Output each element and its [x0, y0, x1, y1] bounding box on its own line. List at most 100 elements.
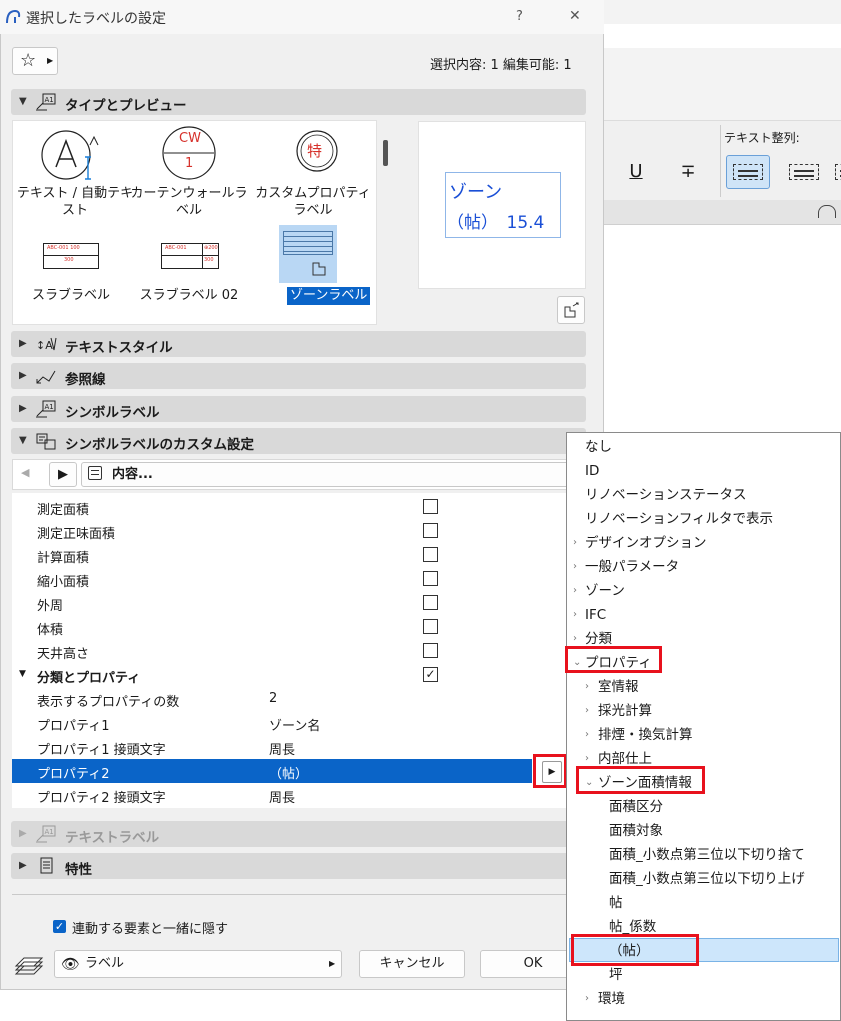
label-type-gallery: テキスト / 自動テキスト CW 1 カーテンウォールラベル 特 カスタムプロパ…: [12, 120, 377, 325]
checkbox-checked[interactable]: ✓: [423, 667, 438, 682]
align-left-button[interactable]: [726, 155, 770, 189]
content-label: 内容...: [112, 467, 153, 482]
menu-item[interactable]: › 一般パラメータ: [567, 555, 837, 579]
close-button[interactable]: ✕: [569, 8, 581, 24]
type-tile-label: スラブラベル: [31, 288, 110, 303]
section-type-preview[interactable]: ▼ A1 タイプとプレビュー: [11, 89, 586, 115]
section-symbol-label[interactable]: ▶ A1 シンボルラベル: [11, 396, 586, 422]
menu-item[interactable]: 面積対象: [567, 819, 837, 843]
archicad-logo-icon: [6, 9, 21, 24]
menu-item[interactable]: 面積区分: [567, 795, 837, 819]
hide-with-linked-checkbox[interactable]: ✓: [53, 920, 66, 933]
symbol-label-icon: A1: [36, 400, 56, 418]
underline-button[interactable]: U: [616, 157, 656, 187]
menu-item[interactable]: 面積_小数点第三位以下切り上げ: [567, 867, 837, 891]
list-item[interactable]: 天井高さ: [12, 639, 532, 663]
strikethrough-button[interactable]: ∓: [668, 157, 708, 187]
align-right-icon: [835, 164, 841, 180]
zone-tool-icon[interactable]: [818, 205, 836, 218]
menu-item[interactable]: リノベーションフィルタで表示: [567, 507, 837, 531]
divider: [12, 894, 587, 895]
checkbox[interactable]: [423, 547, 438, 562]
type-tile-text[interactable]: テキスト / 自動テキスト: [13, 121, 137, 221]
section-title: タイプとプレビュー: [65, 98, 187, 114]
list-item[interactable]: 測定正味面積: [12, 519, 532, 543]
expanded-triangle-icon: ▼: [19, 96, 27, 107]
type-tile-slab-02[interactable]: ABC-001 ⊕200 300 スラブラベル 02: [127, 225, 251, 321]
checkbox[interactable]: [423, 643, 438, 658]
menu-item[interactable]: › 室情報: [567, 675, 837, 699]
menu-item-label: 面積区分: [609, 799, 663, 815]
content-dropdown[interactable]: 内容...: [81, 462, 573, 487]
checkbox[interactable]: [423, 523, 438, 538]
section-text-style[interactable]: ▶ ↕A テキストスタイル: [11, 331, 586, 357]
section-symbol-custom[interactable]: ▼ シンボルラベルのカスタム設定: [11, 428, 586, 454]
label-type-icon: A1: [36, 93, 56, 111]
back-button[interactable]: ◀: [21, 466, 29, 479]
list-item[interactable]: 縮小面積: [12, 567, 532, 591]
forward-button[interactable]: ▶: [49, 462, 77, 487]
annotation-box: [533, 754, 567, 788]
content-toolbar: ◀ ▶ 内容...: [12, 459, 574, 490]
menu-item[interactable]: › IFC: [567, 603, 837, 627]
layer-dropdown[interactable]: 👁 ラベル ▶: [54, 950, 342, 978]
text-style-icon: ↕A: [36, 337, 57, 352]
menu-item[interactable]: › 排煙・換気計算: [567, 723, 837, 747]
selection-info: 選択内容: 1 編集可能: 1: [430, 58, 572, 73]
type-tile-curtain-wall[interactable]: CW 1 カーテンウォールラベル: [127, 121, 251, 221]
checkbox[interactable]: [423, 595, 438, 610]
menu-item-label: 室情報: [598, 679, 639, 695]
checkbox[interactable]: [423, 499, 438, 514]
menu-item[interactable]: 坪: [567, 963, 837, 987]
menu-item[interactable]: なし: [567, 435, 837, 459]
checkbox[interactable]: [423, 619, 438, 634]
type-tile-slab[interactable]: ABC-001 100 300 スラブラベル: [13, 225, 137, 321]
align-left-icon: [733, 164, 763, 180]
play-icon: ▶: [58, 467, 68, 482]
gallery-scrollbar[interactable]: [383, 140, 388, 166]
menu-item[interactable]: › 採光計算: [567, 699, 837, 723]
menu-item-label: 坪: [609, 967, 623, 983]
menu-item-label: デザインオプション: [585, 535, 707, 551]
checkbox[interactable]: [423, 571, 438, 586]
menu-item[interactable]: › ゾーン: [567, 579, 837, 603]
symbol-custom-icon: [36, 433, 56, 450]
menu-item[interactable]: 帖: [567, 891, 837, 915]
list-item[interactable]: 外周: [12, 591, 532, 615]
edit-corner-icon: [312, 262, 326, 276]
help-button[interactable]: ?: [516, 9, 523, 24]
text-format-panel: テキスト整列: U ∓: [604, 120, 841, 201]
align-center-button[interactable]: [782, 155, 826, 189]
list-item[interactable]: プロパティ1 接頭文字 周長: [12, 735, 532, 759]
list-item[interactable]: プロパティ2 接頭文字 周長: [12, 783, 532, 807]
menu-item[interactable]: ID: [567, 459, 837, 483]
section-title: シンボルラベル: [65, 405, 160, 421]
list-item-selected[interactable]: プロパティ2 （帖）: [12, 759, 532, 783]
menu-item[interactable]: 面積_小数点第三位以下切り捨て: [567, 843, 837, 867]
menu-item[interactable]: リノベーションステータス: [567, 483, 837, 507]
menu-item-label: 一般パラメータ: [585, 559, 680, 575]
section-reference-line[interactable]: ▶ 参照線: [11, 363, 586, 389]
group-row-classification[interactable]: ▼ 分類とプロパティ ✓: [12, 663, 532, 687]
list-item[interactable]: プロパティ1 ゾーン名: [12, 711, 532, 735]
type-tile-zone[interactable]: ゾーンラベル: [251, 225, 375, 321]
list-item[interactable]: 計算面積: [12, 543, 532, 567]
chevron-right-icon: ›: [573, 609, 577, 620]
list-item[interactable]: 測定面積: [12, 495, 532, 519]
menu-item[interactable]: › 環境: [567, 987, 837, 1011]
section-title: 参照線: [65, 372, 106, 388]
star-icon: ☆: [20, 50, 37, 71]
menu-item-label: リノベーションステータス: [585, 487, 747, 503]
hide-with-linked-label: 連動する要素と一緒に隠す: [72, 922, 229, 937]
list-item[interactable]: 体積: [12, 615, 532, 639]
list-item[interactable]: 表示するプロパティの数 2: [12, 687, 532, 711]
menu-item[interactable]: › デザインオプション: [567, 531, 837, 555]
layers-icon: [14, 957, 44, 975]
favorites-button[interactable]: ☆ ▶: [12, 47, 58, 75]
cancel-button[interactable]: キャンセル: [359, 950, 465, 978]
preview-options-button[interactable]: [557, 296, 585, 324]
label-preview: ゾーン （帖） 15.4: [418, 121, 586, 289]
type-tile-custom-property[interactable]: 特 カスタムプロパティラベル: [251, 121, 375, 221]
align-right-button[interactable]: [834, 155, 841, 189]
section-properties[interactable]: ▶ 特性: [11, 853, 586, 879]
